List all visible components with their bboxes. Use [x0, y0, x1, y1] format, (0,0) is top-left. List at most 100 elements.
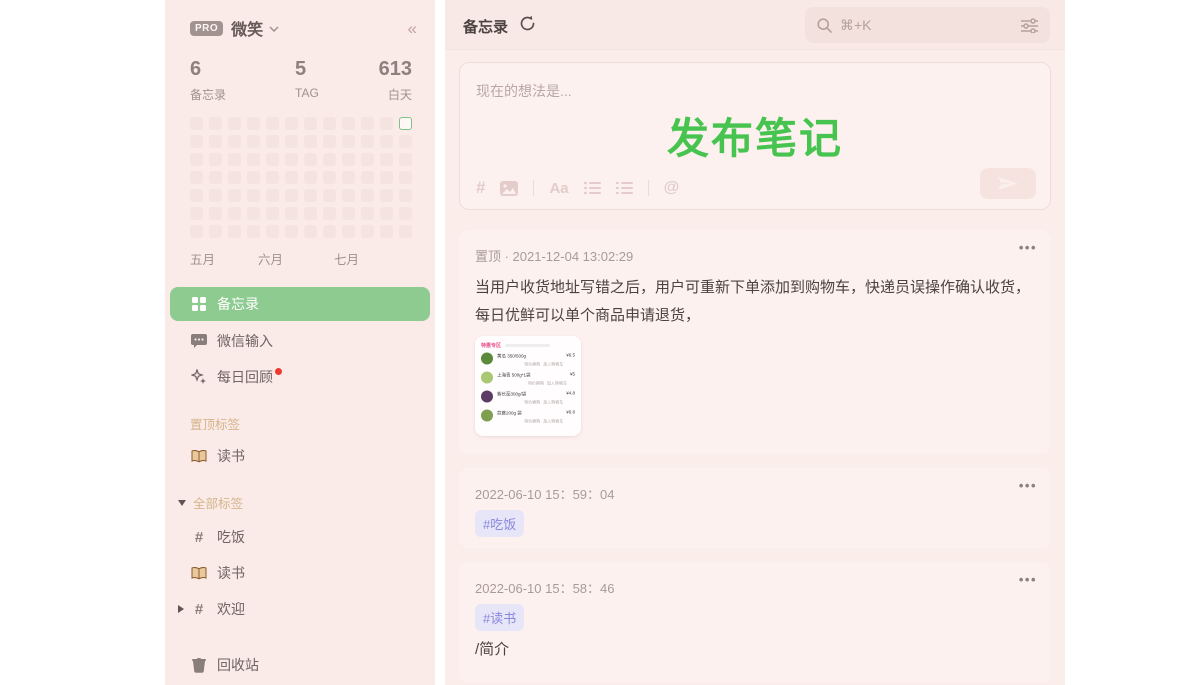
contribution-heatmap [190, 117, 412, 238]
tag-item-dushu[interactable]: 读书 [165, 555, 435, 591]
more-options-icon[interactable]: ••• [1019, 478, 1037, 493]
pinned-tags-list: 读书 [165, 438, 435, 474]
toolbar-divider [533, 180, 534, 196]
heatmap-cell [285, 171, 298, 184]
sidebar-item-wechat-input[interactable]: 微信输入 [165, 323, 435, 359]
memo-meta: 2022-06-10 15：59：04 [475, 484, 615, 503]
heatmap-cell [190, 171, 203, 184]
filter-sliders-icon[interactable] [1021, 18, 1038, 33]
sidebar-item-label: 回收站 [217, 655, 259, 675]
stat-memos: 6 备忘录 [190, 58, 226, 103]
pro-badge: PRO [190, 21, 223, 36]
pinned-tag-item-dushu[interactable]: 读书 [165, 438, 435, 474]
heatmap-cell [304, 135, 317, 148]
product-row: 上海青 500g*1袋 特价换购加入购物车 ¥5 [481, 372, 575, 387]
heatmap-cell [380, 207, 393, 220]
send-button[interactable] [980, 168, 1036, 199]
triangle-right-icon[interactable] [178, 605, 184, 613]
memo-meta: 2022-06-10 15：58：46 [475, 578, 615, 597]
collapse-sidebar-icon[interactable]: « [408, 20, 417, 37]
sidebar-item-label: 备忘录 [217, 294, 259, 314]
heatmap-cell [399, 135, 412, 148]
hash-tag-button[interactable]: # [476, 178, 485, 198]
heatmap-cell [285, 207, 298, 220]
heatmap-cell [266, 171, 279, 184]
heatmap-cell [190, 153, 203, 166]
month-label: 五月 [190, 249, 215, 268]
heatmap-cell [285, 189, 298, 202]
heatmap-cell [323, 135, 336, 148]
search-input[interactable]: ⌘+K [805, 7, 1050, 43]
mention-button[interactable]: @ [664, 179, 680, 197]
text-format-button[interactable]: Aa [549, 180, 568, 197]
heatmap-cell [190, 135, 203, 148]
book-icon [190, 567, 208, 580]
more-options-icon[interactable]: ••• [1019, 240, 1037, 255]
heatmap-cell [209, 117, 222, 130]
sidebar-item-memos[interactable]: 备忘录 [170, 287, 430, 321]
tag-item-chifan[interactable]: # 吃饭 [165, 519, 435, 555]
heatmap-cell [209, 135, 222, 148]
heatmap-cell [323, 153, 336, 166]
heatmap-cell [247, 225, 260, 238]
heatmap-cell [361, 225, 374, 238]
attachment-thumbnail: 特惠专区 黄瓜 350/500g 特价换购加入购物车 ¥6.5 上海青 500g… [475, 336, 581, 436]
month-label: 六月 [258, 249, 283, 268]
heatmap-cell [285, 135, 298, 148]
heatmap-cell [209, 207, 222, 220]
heatmap-cell [266, 207, 279, 220]
heatmap-cell [342, 207, 355, 220]
send-icon [998, 177, 1018, 190]
heatmap-cell [380, 135, 393, 148]
memo-editor[interactable]: 现在的想法是... 发布笔记 # Aa @ [459, 62, 1051, 210]
heatmap-cell [266, 135, 279, 148]
sidebar-item-trash[interactable]: 回收站 [165, 647, 435, 683]
memo-body: 当用户收货地址写错之后，用户可重新下单添加到购物车，快递员误操作确认收货，每日优… [475, 274, 1035, 330]
heatmap-cell [190, 225, 203, 238]
heatmap-cell [304, 225, 317, 238]
image-upload-button[interactable] [500, 181, 518, 196]
tag-item-huanying[interactable]: # 欢迎 [165, 591, 435, 627]
heatmap-cell [247, 189, 260, 202]
heatmap-cell [399, 153, 412, 166]
month-label: 七月 [334, 249, 359, 268]
workspace-switcher[interactable]: PRO 微笑 « [190, 16, 417, 40]
tag-pill[interactable]: #读书 [475, 604, 524, 631]
heatmap-cell [342, 189, 355, 202]
search-icon [817, 18, 832, 33]
stat-tags: 5 TAG [295, 58, 319, 100]
chat-bubble-icon [190, 334, 208, 348]
all-tags-toggle[interactable]: 全部标签 [178, 493, 243, 512]
sidebar-item-daily-review[interactable]: 每日回顾 [165, 359, 435, 395]
page-title: 备忘录 [463, 16, 508, 37]
memo-card: 2022-06-10 15：59：04 ••• #吃饭 [459, 468, 1051, 548]
heatmap-cell [342, 153, 355, 166]
heatmap-cell [304, 171, 317, 184]
heatmap-cell [190, 207, 203, 220]
heatmap-cell [247, 207, 260, 220]
tags-list: # 吃饭 读书 # 欢迎 [165, 519, 435, 627]
refresh-icon[interactable] [519, 15, 536, 32]
bullet-list-button[interactable] [584, 181, 601, 195]
heatmap-cell [304, 153, 317, 166]
memo-card: 2022-06-10 15：58：46 ••• #读书 /简介 [459, 562, 1051, 683]
heatmap-cell [247, 135, 260, 148]
more-options-icon[interactable]: ••• [1019, 572, 1037, 587]
heatmap-cell [228, 153, 241, 166]
memo-attachment-image[interactable]: 特惠专区 黄瓜 350/500g 特价换购加入购物车 ¥6.5 上海青 500g… [475, 336, 581, 436]
grid-icon [190, 297, 208, 311]
heatmap-cell [228, 135, 241, 148]
stats-row: 6 备忘录 5 TAG 613 白天 [190, 58, 412, 108]
heatmap-cell [247, 153, 260, 166]
numbered-list-button[interactable] [616, 181, 633, 195]
search-shortcut-placeholder: ⌘+K [840, 17, 872, 34]
heatmap-cell [342, 171, 355, 184]
tag-label: 读书 [217, 446, 245, 466]
heatmap-cell [285, 153, 298, 166]
heatmap-cell [323, 225, 336, 238]
tag-pill[interactable]: #吃饭 [475, 510, 524, 537]
heatmap-cell [266, 189, 279, 202]
triangle-down-icon [178, 500, 186, 506]
pinned-tags-section-label: 置顶标签 [190, 414, 240, 433]
heatmap-cell [380, 171, 393, 184]
